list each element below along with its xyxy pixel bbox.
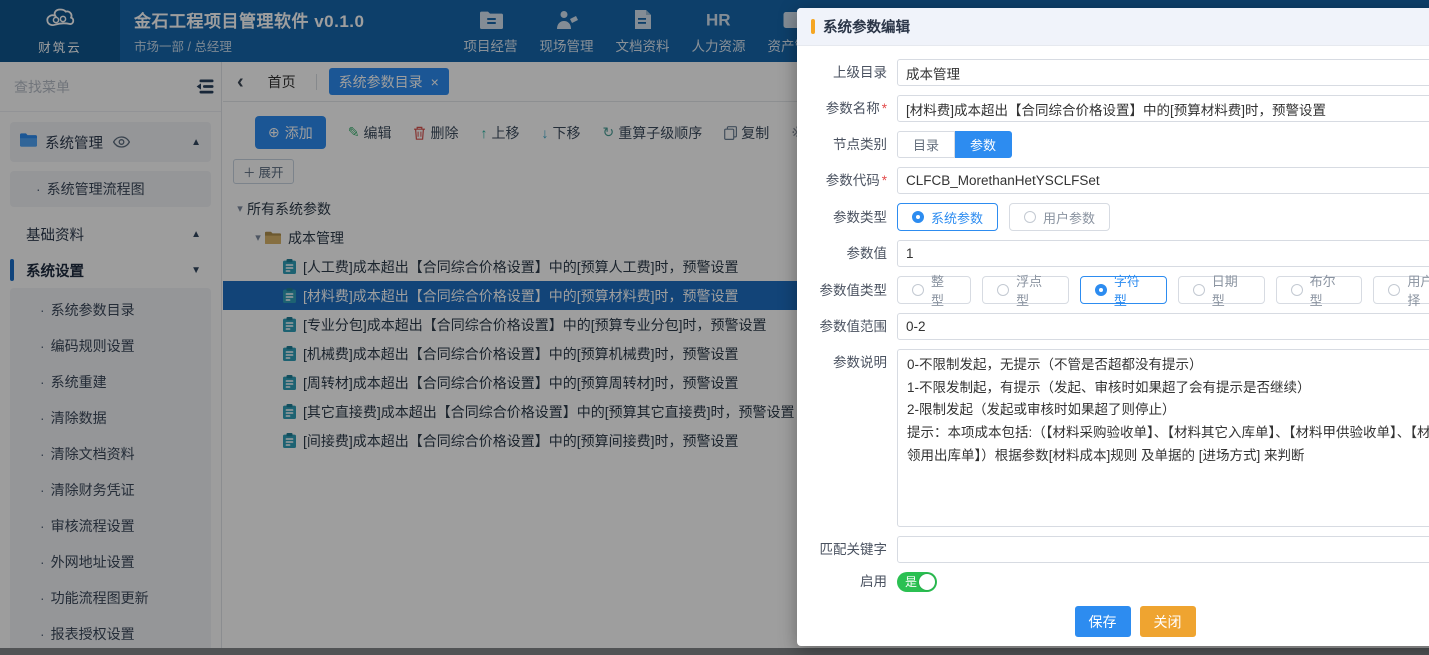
radio-dot-icon (912, 211, 924, 223)
radio-dot-icon (1024, 211, 1036, 223)
modal-header: 系统参数编辑 (797, 8, 1429, 46)
radio-option[interactable]: 整型 (897, 276, 971, 304)
toggle-state-label: 是 (905, 575, 917, 589)
param-name-input[interactable] (897, 95, 1429, 122)
radio-dot-icon (1095, 284, 1107, 296)
field-label: 参数值 (797, 240, 887, 267)
field-label: 参数说明 (797, 352, 887, 374)
value-range-input[interactable] (897, 313, 1429, 340)
param-edit-modal: 系统参数编辑 上级目录 参数名称* 节点类别 目录参数 参数代码* 参数类型 (797, 8, 1429, 646)
radio-option-label: 整型 (931, 271, 956, 309)
match-keyword-input[interactable] (897, 536, 1429, 563)
radio-dot-icon (1291, 284, 1303, 296)
segment-option[interactable]: 参数 (955, 131, 1012, 158)
field-param-code: 参数代码* (797, 167, 1429, 194)
radio-option-label: 浮点型 (1016, 271, 1054, 309)
value-type-radio-group: 整型浮点型字符型日期型布尔型用户选择 (897, 276, 1429, 304)
title-accent-bar (811, 19, 815, 34)
enabled-toggle[interactable]: 是 (897, 572, 937, 592)
radio-option-label: 字符型 (1114, 271, 1152, 309)
param-value-input[interactable] (897, 240, 1429, 267)
field-param-value: 参数值 (797, 240, 1429, 267)
field-label: 匹配关键字 (797, 536, 887, 563)
field-enabled: 启用 是 (797, 572, 1429, 592)
field-value-range: 参数值范围 (797, 313, 1429, 340)
close-button[interactable]: 关闭 (1140, 606, 1196, 637)
radio-option-label: 用户参数 (1043, 208, 1095, 227)
modal-buttons: 保存 关闭 (797, 606, 1429, 637)
radio-option[interactable]: 系统参数 (897, 203, 998, 231)
radio-option[interactable]: 布尔型 (1276, 276, 1363, 304)
radio-option[interactable]: 浮点型 (982, 276, 1069, 304)
modal-body: 上级目录 参数名称* 节点类别 目录参数 参数代码* 参数类型 系统参数用户参数… (797, 46, 1429, 637)
radio-dot-icon (1193, 284, 1205, 296)
field-description: 参数说明 0-不限制发起，无提示（不管是否超都没有提示） 1-不限发制起，有提示… (797, 349, 1429, 527)
radio-dot-icon (1388, 284, 1400, 296)
field-value-type: 参数值类型 整型浮点型字符型日期型布尔型用户选择 (797, 276, 1429, 304)
field-label: 参数值类型 (797, 277, 887, 304)
node-type-segmented: 目录参数 (897, 131, 1012, 158)
field-match-keyword: 匹配关键字 (797, 536, 1429, 563)
param-code-input[interactable] (897, 167, 1429, 194)
radio-option[interactable]: 字符型 (1080, 276, 1167, 304)
modal-title: 系统参数编辑 (823, 16, 910, 37)
field-label: 参数名称 (826, 101, 880, 116)
radio-dot-icon (912, 284, 924, 296)
radio-option-label: 用户选择 (1407, 271, 1429, 309)
radio-option-label: 日期型 (1212, 271, 1250, 309)
field-label: 参数代码 (826, 173, 880, 188)
field-label: 启用 (797, 572, 887, 592)
field-label: 参数值范围 (797, 313, 887, 340)
field-label: 参数类型 (797, 204, 887, 231)
radio-option-label: 布尔型 (1310, 271, 1348, 309)
radio-option[interactable]: 用户选择 (1373, 276, 1429, 304)
save-button[interactable]: 保存 (1075, 606, 1131, 637)
segment-option[interactable]: 目录 (897, 131, 955, 158)
radio-option-label: 系统参数 (931, 208, 983, 227)
parent-dir-input[interactable] (897, 59, 1429, 86)
field-label: 上级目录 (797, 59, 887, 86)
description-textarea[interactable]: 0-不限制发起，无提示（不管是否超都没有提示） 1-不限发制起，有提示（发起、审… (897, 349, 1429, 527)
param-type-radio-group: 系统参数 用户参数 (897, 203, 1110, 231)
field-parent-dir: 上级目录 (797, 59, 1429, 86)
radio-dot-icon (997, 284, 1009, 296)
field-param-name: 参数名称* (797, 95, 1429, 122)
field-label: 节点类别 (797, 131, 887, 158)
radio-option[interactable]: 用户参数 (1009, 203, 1110, 231)
app-window: 财筑云 金石工程项目管理软件 v0.1.0 市场一部 / 总经理 项目经营 现场… (0, 0, 1429, 655)
field-param-type: 参数类型 系统参数 用户参数 (797, 203, 1429, 231)
radio-option[interactable]: 日期型 (1178, 276, 1265, 304)
field-node-type: 节点类别 目录参数 (797, 131, 1429, 158)
required-star: * (882, 173, 887, 188)
required-star: * (882, 101, 887, 116)
